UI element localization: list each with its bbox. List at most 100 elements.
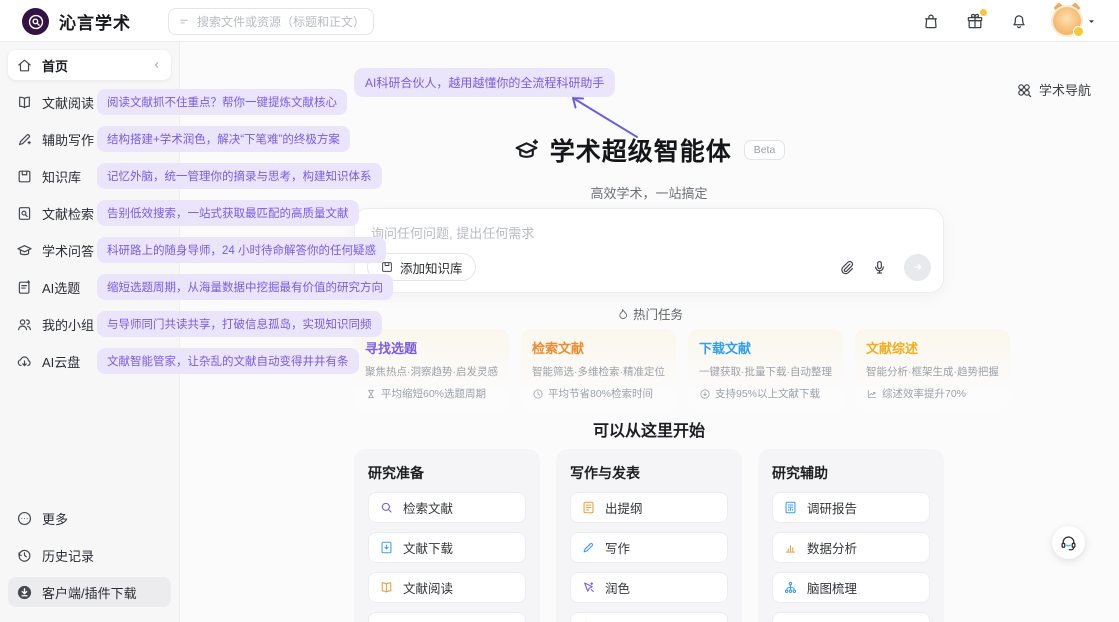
hot-tasks-row: 寻找选题聚焦热点·洞察趋势·启发灵感平均缩短60%选题周期检索文献智能筛选·多维…: [354, 329, 944, 410]
users-icon: [16, 316, 33, 333]
hot-task-download-literature[interactable]: 下载文献一键获取·批量下载·自动整理支持95%以上文献下载: [688, 329, 843, 410]
ellipsis-circle-icon: [16, 510, 33, 527]
sidebar-tooltip: 科研路上的随身导师，24 小时待命解答你的任何疑惑: [97, 237, 386, 263]
start-item-writing[interactable]: 写作: [570, 532, 728, 563]
academic-navigation-link[interactable]: 学术导航: [1015, 80, 1091, 99]
avatar-badge: [1073, 26, 1084, 37]
start-item-reading[interactable]: 文献阅读: [368, 572, 526, 603]
start-item-survey-report[interactable]: 调研报告: [772, 492, 930, 523]
page-title: 学术超级智能体: [550, 132, 732, 168]
add-knowledge-base-label: 添加知识库: [400, 258, 463, 277]
hot-task-stat: 平均节省80%检索时间: [532, 386, 665, 401]
sidebar-item-label: 知识库: [42, 167, 81, 186]
paperclip-icon: [838, 259, 855, 276]
voice-input-button[interactable]: [871, 259, 888, 276]
doc-plus-icon: [16, 279, 33, 296]
start-item-research-design[interactable]: 研究设计: [772, 612, 930, 622]
start-item-label: 润色: [605, 578, 630, 597]
sidebar-tooltip: 阅读文献抓不住重点？帮你一键提炼文献核心: [97, 89, 347, 115]
start-item-translate[interactable]: 翻译: [570, 612, 728, 622]
search-icon: [379, 500, 394, 515]
hot-task-title: 寻找选题: [365, 338, 498, 357]
start-card-title: 写作与发表: [570, 463, 728, 483]
start-cards-row: 研究准备检索文献文献下载文献阅读选题写作与发表出提纲写作润色翻译研究辅助调研报告…: [354, 449, 944, 622]
global-search[interactable]: [168, 8, 374, 35]
wand-icon: [581, 580, 596, 595]
report-icon: [783, 500, 798, 515]
sidebar-item-label: 更多: [42, 509, 68, 528]
start-item-label: 检索文献: [403, 498, 453, 517]
sidebar-tooltip: 缩短选题周期，从海量数据中挖掘最有价值的研究方向: [97, 274, 393, 300]
start-item-label: 脑图梳理: [807, 578, 857, 597]
hot-task-literature-review[interactable]: 文献综述智能分析·框架生成·趋势把握综述效率提升70%: [855, 329, 1010, 410]
start-item-mindmap[interactable]: 脑图梳理: [772, 572, 930, 603]
hot-task-stat: 平均缩短60%选题周期: [365, 386, 498, 401]
bell-icon: [1009, 11, 1029, 31]
hot-task-title: 文献综述: [866, 338, 999, 357]
magnifier-logo-icon: [27, 13, 45, 31]
sidebar-item-label: 我的小组: [42, 315, 94, 334]
user-avatar[interactable]: [1053, 7, 1081, 35]
sidebar-tooltip: 文献智能管家，让杂乱的文献自动变得井井有条: [97, 348, 359, 374]
book-open-icon: [16, 94, 33, 111]
hot-tasks-label: 热门任务: [633, 304, 683, 323]
start-item-outline[interactable]: 出提纲: [570, 492, 728, 523]
hot-task-stat-label: 支持95%以上文献下载: [715, 386, 820, 401]
start-item-label: 调研报告: [807, 498, 857, 517]
start-item-topic[interactable]: 选题: [368, 612, 526, 622]
clock-icon: [532, 388, 544, 400]
hot-task-stat: 支持95%以上文献下载: [699, 386, 832, 401]
composer-card: 询问任何问题, 提出任何需求 添加知识库: [354, 208, 944, 293]
hourglass-icon: [365, 388, 377, 400]
account-menu[interactable]: [1053, 7, 1097, 35]
start-item-retrieve[interactable]: 检索文献: [368, 492, 526, 523]
start-card-title: 研究准备: [368, 463, 526, 483]
sidebar-item-label: 首页: [42, 56, 68, 75]
sidebar-item-history[interactable]: 历史记录: [8, 540, 171, 570]
hot-task-stat: 综述效率提升70%: [866, 386, 999, 401]
send-button[interactable]: [904, 254, 931, 281]
start-item-download[interactable]: 文献下载: [368, 532, 526, 563]
knowledge-base-icon: [380, 260, 394, 274]
flame-icon: [615, 307, 629, 321]
search-input[interactable]: [197, 15, 365, 29]
history-icon: [16, 547, 33, 564]
sidebar-item-label: 辅助写作: [42, 130, 94, 149]
sidebar-item-label: 文献检索: [42, 204, 94, 223]
composer-input[interactable]: 询问任何问题, 提出任何需求: [371, 223, 534, 242]
start-item-label: 写作: [605, 538, 630, 557]
file-search-icon: [16, 205, 33, 222]
grad-cap-icon: [16, 242, 33, 259]
start-item-label: 数据分析: [807, 538, 857, 557]
hot-task-find-topic[interactable]: 寻找选题聚焦热点·洞察趋势·启发灵感平均缩短60%选题周期: [354, 329, 509, 410]
filter-lines-icon: [177, 15, 191, 29]
sidebar-item-more[interactable]: 更多: [8, 503, 171, 533]
attach-file-button[interactable]: [838, 259, 855, 276]
arrow-right-icon: [911, 260, 925, 274]
chevron-left-icon: [151, 59, 163, 71]
rewards-button[interactable]: [965, 11, 985, 31]
academic-navigation-label: 学术导航: [1039, 80, 1091, 99]
cloud-icon: [16, 353, 33, 370]
sidebar-item-home[interactable]: 首页: [8, 50, 171, 80]
sidebar-tooltip: 记忆外脑，统一管理你的摘录与思考，构建知识体系: [97, 163, 382, 189]
start-item-data-analysis[interactable]: 数据分析: [772, 532, 930, 563]
sidebar-item-client-download[interactable]: 客户端/插件下载: [8, 577, 171, 607]
start-section-title: 可以从这里开始: [354, 417, 944, 441]
home-icon: [16, 57, 33, 74]
collapse-sidebar-button[interactable]: [151, 59, 163, 71]
grid-search-icon: [1015, 81, 1033, 99]
top-bar: 沁言学术: [0, 0, 1119, 42]
book-open-icon: [379, 580, 394, 595]
start-item-polish[interactable]: 润色: [570, 572, 728, 603]
beta-badge: Beta: [744, 140, 786, 160]
hot-task-stat-label: 综述效率提升70%: [882, 386, 966, 401]
outline-doc-icon: [581, 500, 596, 515]
hot-task-description: 智能分析·框架生成·趋势把握: [866, 364, 999, 379]
store-button[interactable]: [921, 11, 941, 31]
customer-support-button[interactable]: [1052, 526, 1085, 559]
sidebar-tooltip: 与导师同门共读共享，打破信息孤岛，实现知识同频: [97, 311, 382, 337]
notifications-button[interactable]: [1009, 11, 1029, 31]
hot-task-retrieve-literature[interactable]: 检索文献智能筛选·多维检索·精准定位平均节省80%检索时间: [521, 329, 676, 410]
pen-icon: [581, 540, 596, 555]
